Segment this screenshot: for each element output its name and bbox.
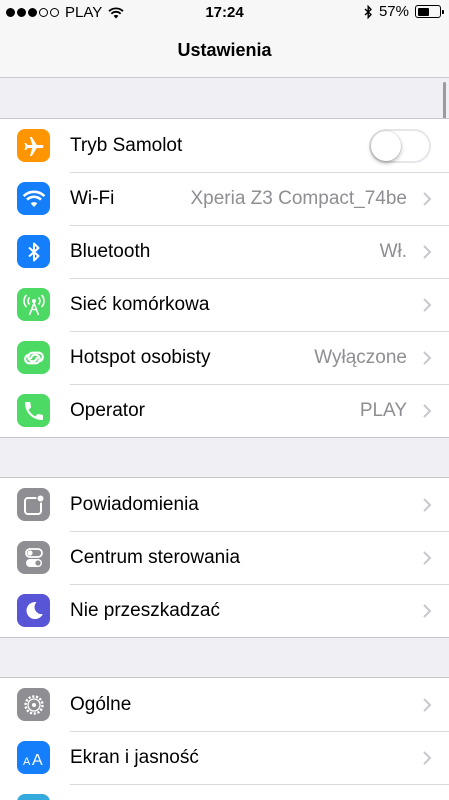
chevron-right-icon [423, 604, 432, 618]
settings-row-wallpaper-icon[interactable] [0, 784, 449, 800]
row-label: Powiadomienia [70, 494, 199, 515]
control-center-icon [17, 541, 50, 574]
phone-icon [17, 394, 50, 427]
chevron-right-icon [423, 551, 432, 565]
settings-row-operator[interactable]: Operator PLAY [0, 384, 449, 437]
chevron-right-icon [423, 498, 432, 512]
svg-text:A: A [32, 752, 43, 769]
chevron-right-icon [423, 351, 432, 365]
battery-percent: 57% [378, 3, 409, 20]
notifications-icon [17, 488, 50, 521]
row-label: Bluetooth [70, 241, 151, 262]
chevron-right-icon [423, 404, 432, 418]
settings-row-wi-fi[interactable]: Wi-Fi Xperia Z3 Compact_74be [0, 172, 449, 225]
svg-text:A: A [23, 756, 31, 768]
settings-row-bluetooth[interactable]: Bluetooth Wł. [0, 225, 449, 278]
row-label: Centrum sterowania [70, 547, 241, 568]
chevron-right-icon [423, 298, 432, 312]
gear-icon [17, 688, 50, 721]
status-right: 57% [364, 3, 444, 20]
row-value: Xperia Z3 Compact_74be [190, 188, 407, 209]
row-value: Wł. [379, 241, 407, 262]
chevron-right-icon [423, 245, 432, 259]
chevron-right-icon [423, 698, 432, 712]
airplane-icon [17, 129, 50, 162]
row-value: PLAY [359, 400, 407, 421]
row-label: Nie przeszkadzać [70, 600, 220, 621]
row-label: Operator [70, 400, 145, 421]
moon-icon [17, 594, 50, 627]
row-label: Tryb Samolot [70, 135, 183, 156]
status-bar: PLAY 17:24 57% [0, 0, 449, 26]
settings-row-ekran-i-jasnosc[interactable]: A A Ekran i jasność [0, 731, 449, 784]
hotspot-icon [17, 341, 50, 374]
navigation-bar: Ustawienia [0, 26, 449, 78]
settings-row-siec-komorkowa[interactable]: Sieć komórkowa [0, 278, 449, 331]
settings-row-powiadomienia[interactable]: Powiadomienia [0, 478, 449, 531]
display-brightness-icon: AA [17, 741, 50, 774]
chevron-right-icon [423, 751, 432, 765]
settings-group: Tryb Samolot Wi-Fi Xperia Z3 Compact_74be B… [0, 118, 449, 438]
settings-group: Ogólne A A Ekran i jasność [0, 677, 449, 800]
settings-row-nie-przeszkadzac[interactable]: Nie przeszkadzać [0, 584, 449, 637]
bluetooth-status-icon [364, 4, 372, 19]
wallpaper-icon [17, 794, 50, 800]
settings-row-centrum-sterowania[interactable]: Centrum sterowania [0, 531, 449, 584]
settings-row-hotspot-osobisty[interactable]: Hotspot osobisty Wyłączone [0, 331, 449, 384]
row-label: Wi-Fi [70, 188, 115, 209]
toggle-knob [371, 131, 401, 161]
battery-icon [415, 5, 444, 18]
battery-fill [417, 7, 430, 16]
settings-row-ogolne[interactable]: Ogólne [0, 678, 449, 731]
cellular-icon [17, 288, 50, 321]
row-value: Wyłączone [314, 347, 407, 368]
bluetooth-icon [17, 235, 50, 268]
row-label: Sieć komórkowa [70, 294, 210, 315]
airplane-mode-toggle[interactable] [369, 129, 431, 163]
row-label: Hotspot osobisty [70, 347, 211, 368]
chevron-right-icon [423, 192, 432, 206]
page-title: Ustawienia [177, 40, 272, 60]
row-label: Ekran i jasność [70, 747, 199, 768]
row-label: Ogólne [70, 694, 132, 715]
settings-row-tryb-samolot[interactable]: Tryb Samolot [0, 119, 449, 172]
wifi-icon [17, 182, 50, 215]
settings-group: Powiadomienia Centrum sterowania Nie przes… [0, 477, 449, 638]
